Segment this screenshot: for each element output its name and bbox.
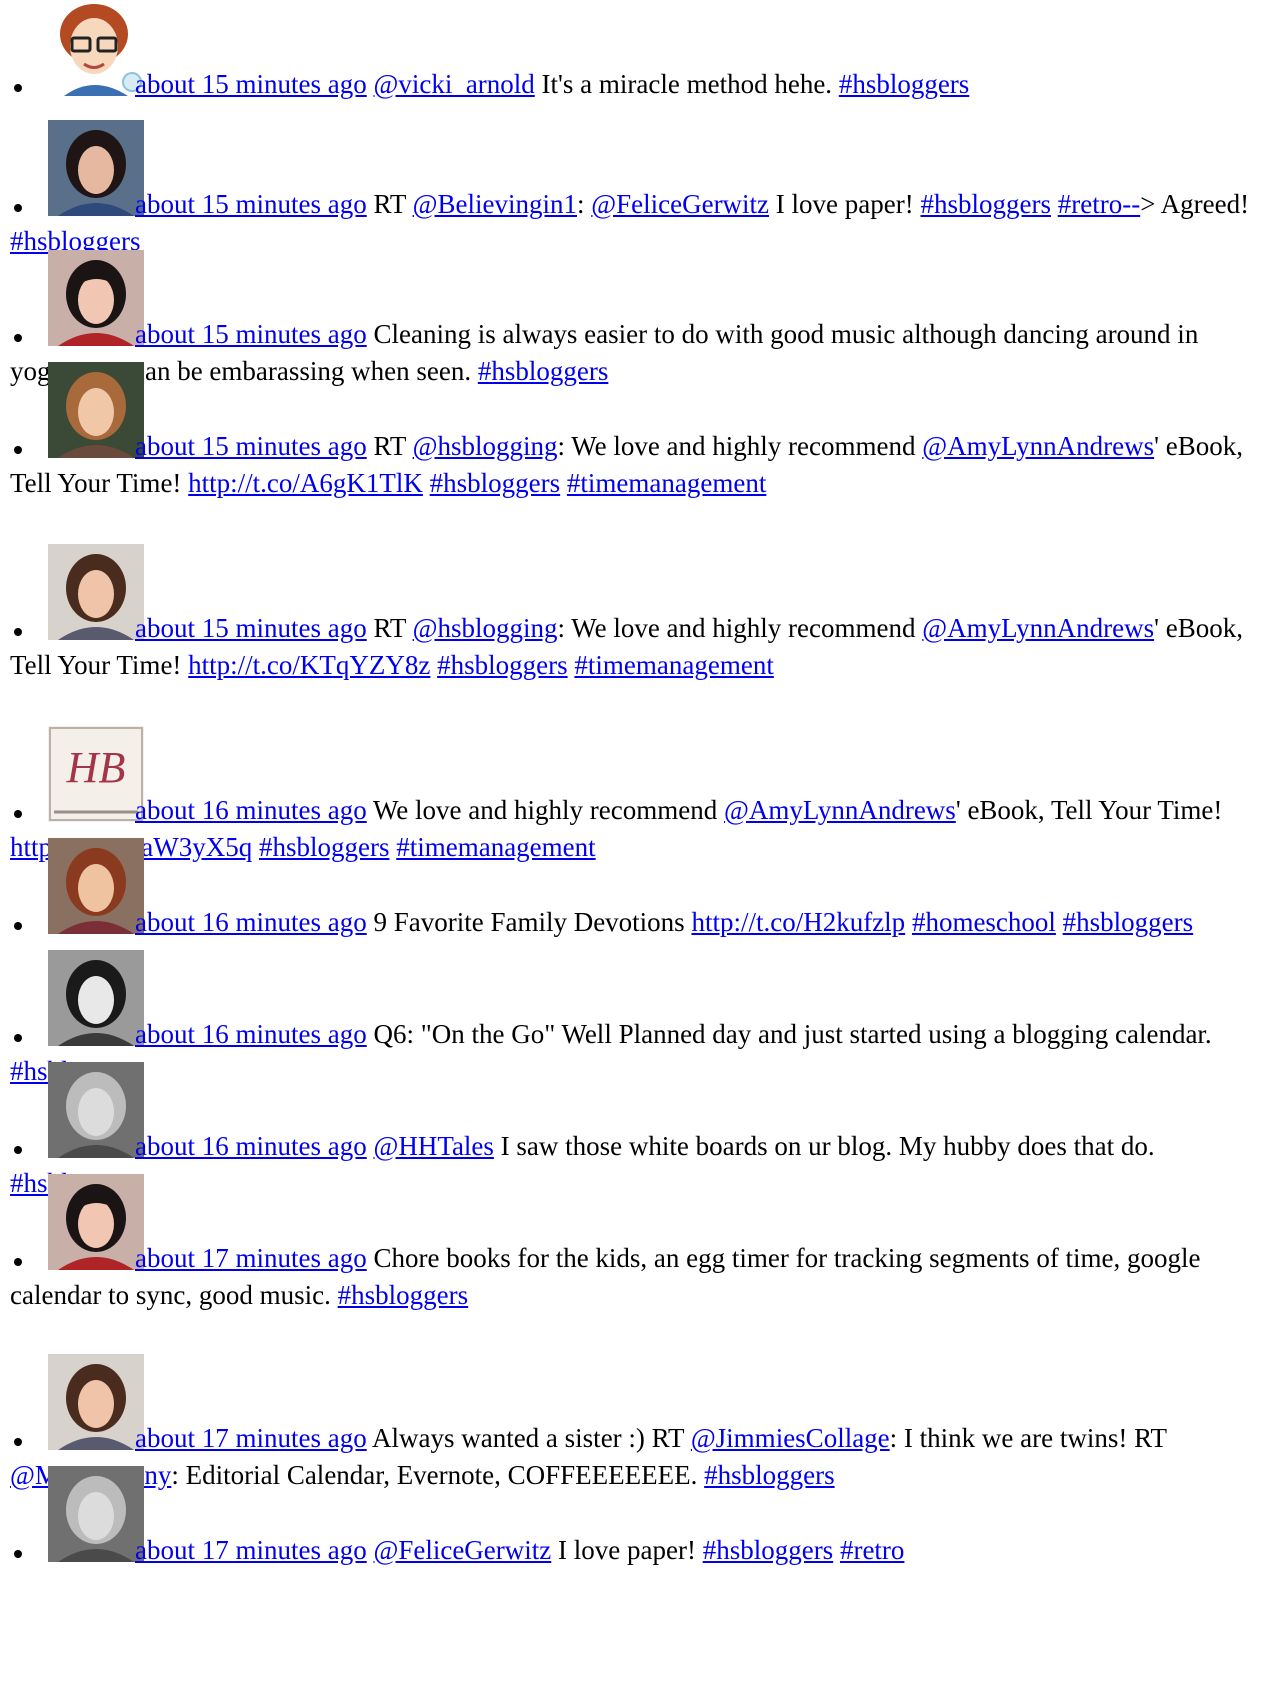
timestamp-link[interactable]: about 17 minutes ago	[135, 1535, 367, 1565]
tweet-text-segment: :	[576, 189, 592, 219]
timestamp-link[interactable]: about 15 minutes ago	[135, 431, 367, 461]
timestamp-link[interactable]: about 16 minutes ago	[135, 1019, 367, 1049]
url-link[interactable]: http://t.co/A6gK1TlK	[188, 468, 423, 498]
hashtag-link[interactable]: #hsbloggers	[920, 189, 1051, 219]
hashtag-link[interactable]: #hsbloggers	[839, 69, 970, 99]
tweet-text-segment: I love paper!	[769, 189, 921, 219]
tweet-text-segment: RT	[366, 431, 413, 461]
mention-link[interactable]: @AmyLynnAndrews	[922, 431, 1154, 461]
tweet-text: about 15 minutes ago RT @Believingin1: @…	[10, 186, 1250, 260]
tweet-text-segment	[423, 468, 430, 498]
tweet-text-segment	[833, 1535, 840, 1565]
hashtag-link[interactable]: #hsbloggers	[338, 1280, 469, 1310]
tweet-text-segment: > Agreed!	[1140, 189, 1250, 219]
timestamp-link[interactable]: about 17 minutes ago	[135, 1423, 367, 1453]
mention-link[interactable]: @AmyLynnAndrews	[724, 795, 956, 825]
tweet-text-segment: : Editorial Calendar, Evernote, COFFEEEE…	[171, 1460, 705, 1490]
tweet-text-segment: : I think we are twins! RT	[889, 1423, 1167, 1453]
url-link[interactable]: http://t.co/H2kufzlp	[691, 907, 905, 937]
tweet-text-segment: Always wanted a sister :) RT	[366, 1423, 691, 1453]
hashtag-link[interactable]: #hsbloggers	[259, 832, 390, 862]
tweet-text-segment	[1051, 189, 1058, 219]
hashtag-link[interactable]: #timemanagement	[396, 832, 595, 862]
hashtag-link[interactable]: #hsbloggers	[704, 1460, 835, 1490]
mention-link[interactable]: @AmyLynnAndrews	[922, 613, 1154, 643]
timestamp-link[interactable]: about 15 minutes ago	[135, 69, 367, 99]
tweet-text: about 17 minutes ago Chore books for the…	[10, 1240, 1250, 1314]
timestamp-link[interactable]: about 16 minutes ago	[135, 907, 367, 937]
hashtag-link[interactable]: #timemanagement	[574, 650, 773, 680]
tweet-text: about 17 minutes ago Always wanted a sis…	[10, 1420, 1250, 1494]
svg-text:HB: HB	[66, 743, 126, 792]
tweet-text-segment	[905, 907, 912, 937]
hashtag-link[interactable]: #hsbloggers	[703, 1535, 834, 1565]
tweet-text: about 16 minutes ago We love and highly …	[10, 792, 1250, 866]
mention-link[interactable]: @HHTales	[373, 1131, 493, 1161]
tweet-text-segment: RT	[366, 613, 413, 643]
url-link[interactable]: http://t.co/KTqYZY8z	[188, 650, 430, 680]
timestamp-link[interactable]: about 15 minutes ago	[135, 189, 367, 219]
timestamp-link[interactable]: about 17 minutes ago	[135, 1243, 367, 1273]
tweet-text-segment	[560, 468, 567, 498]
tweet-text: about 16 minutes ago @HHTales I saw thos…	[10, 1128, 1250, 1202]
hashtag-link[interactable]: #homeschool	[912, 907, 1056, 937]
tweet-text: about 15 minutes ago @vicki_arnold It's …	[10, 66, 1250, 103]
mention-link[interactable]: @JimmiesCollage	[691, 1423, 890, 1453]
hashtag-link[interactable]: #hsbloggers	[430, 468, 561, 498]
tweet-text-segment: 9 Favorite Family Devotions	[366, 907, 692, 937]
tweet-text-segment: We love and highly recommend	[366, 795, 724, 825]
hashtag-link[interactable]: #retro--	[1058, 189, 1140, 219]
tweet-text: about 16 minutes ago 9 Favorite Family D…	[10, 904, 1250, 941]
hashtag-link[interactable]: #hsbloggers	[478, 356, 609, 386]
hashtag-link[interactable]: #hsbloggers	[437, 650, 568, 680]
tweet-text-segment: I saw those white boards on ur blog. My …	[493, 1131, 1155, 1161]
mention-link[interactable]: @vicki_arnold	[373, 69, 534, 99]
tweet-text: about 17 minutes ago @FeliceGerwitz I lo…	[10, 1532, 1250, 1569]
tweet-text-segment: : We love and highly recommend	[557, 431, 923, 461]
hashtag-link[interactable]: #retro	[840, 1535, 904, 1565]
mention-link[interactable]: @hsblogging	[413, 431, 558, 461]
tweet-text: about 15 minutes ago RT @hsblogging: We …	[10, 610, 1250, 684]
tweet-text: about 16 minutes ago Q6: "On the Go" Wel…	[10, 1016, 1250, 1090]
tweet-text-segment: : We love and highly recommend	[557, 613, 923, 643]
tweet-text: about 15 minutes ago Cleaning is always …	[10, 316, 1250, 390]
tweet-text-segment	[1056, 907, 1063, 937]
tweet-text-segment: It's a miracle method hehe.	[534, 69, 839, 99]
mention-link[interactable]: @hsblogging	[413, 613, 558, 643]
timestamp-link[interactable]: about 16 minutes ago	[135, 795, 367, 825]
tweet-text-segment: RT	[366, 189, 413, 219]
tweet-text: about 15 minutes ago RT @hsblogging: We …	[10, 428, 1250, 502]
tweet-text-segment	[252, 832, 259, 862]
hashtag-link[interactable]: #timemanagement	[567, 468, 766, 498]
mention-link[interactable]: @FeliceGerwitz	[591, 189, 769, 219]
hashtag-link[interactable]: #hsbloggers	[1063, 907, 1194, 937]
mention-link[interactable]: @FeliceGerwitz	[373, 1535, 551, 1565]
timestamp-link[interactable]: about 15 minutes ago	[135, 319, 367, 349]
timestamp-link[interactable]: about 16 minutes ago	[135, 1131, 367, 1161]
mention-link[interactable]: @Believingin1	[413, 189, 577, 219]
timestamp-link[interactable]: about 15 minutes ago	[135, 613, 367, 643]
tweet-text-segment: Q6: "On the Go" Well Planned day and jus…	[366, 1019, 1212, 1049]
tweet-text-segment: I love paper!	[551, 1535, 703, 1565]
tweet-text-segment: ' eBook, Tell Your Time!	[955, 795, 1223, 825]
